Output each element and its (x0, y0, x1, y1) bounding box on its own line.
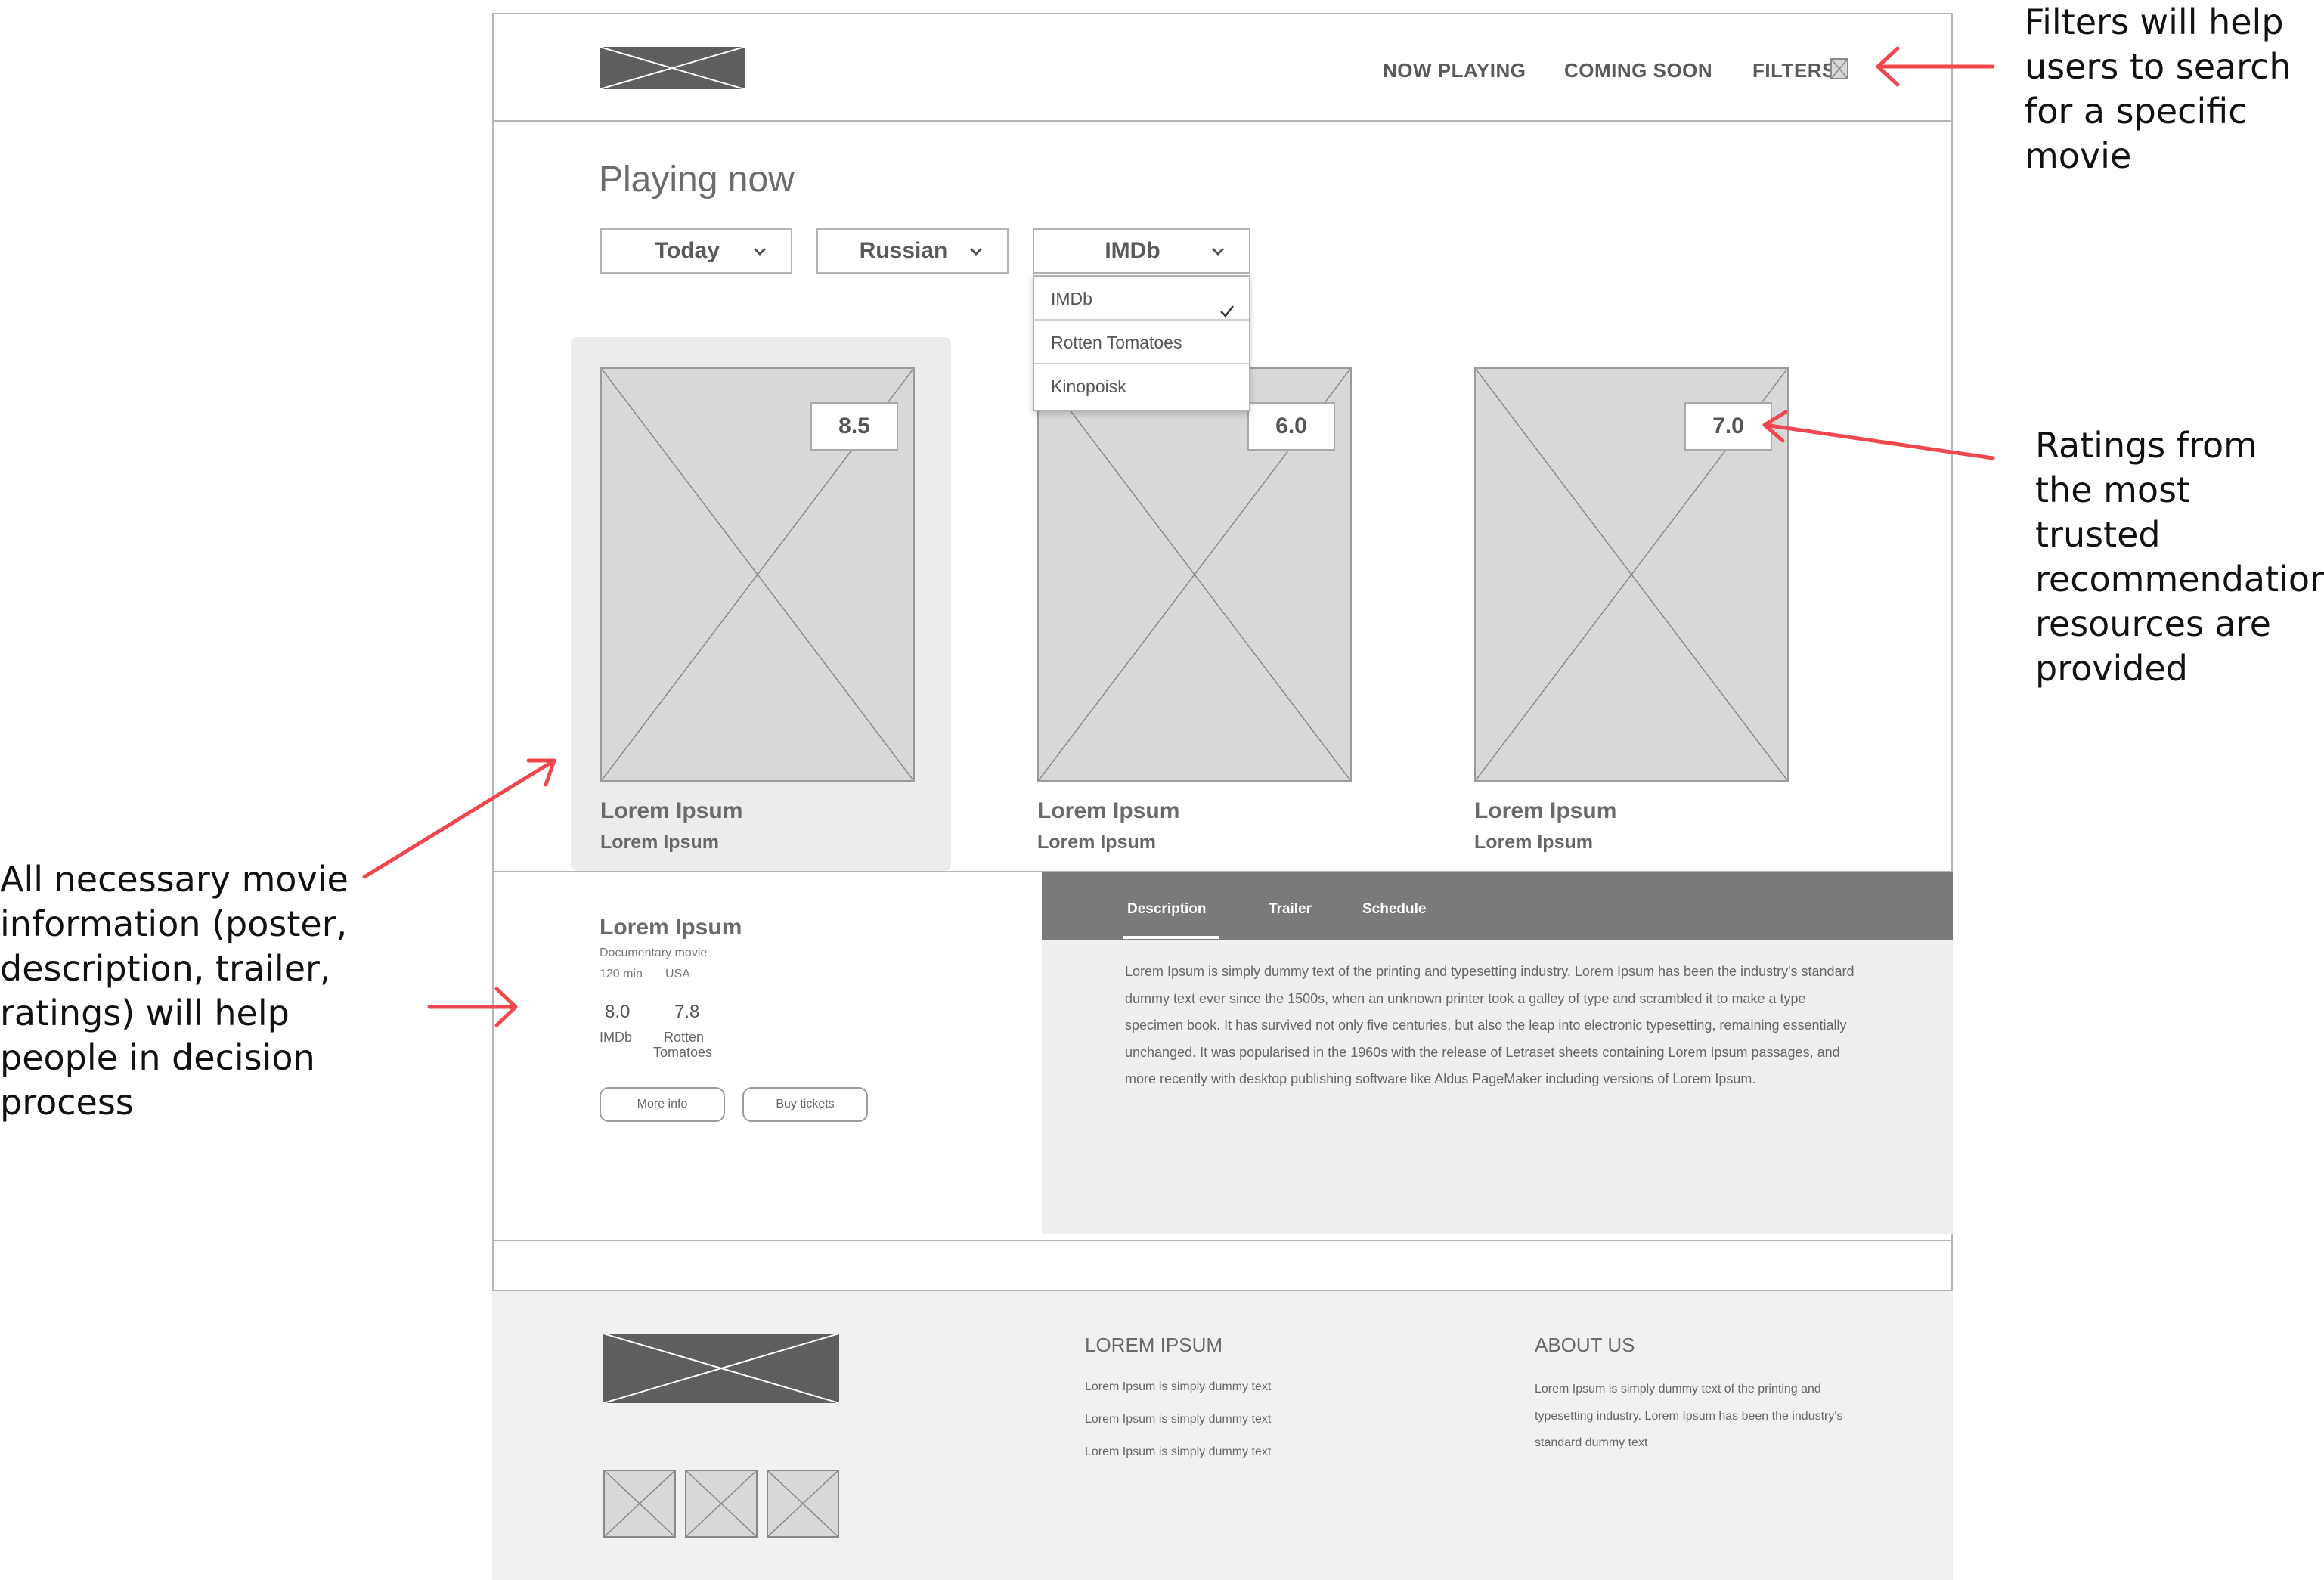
menu-item-label: IMDb (1051, 289, 1092, 308)
rating-source-menu: IMDb Rotten Tomatoes Kinopoisk (1033, 275, 1250, 411)
menu-item-rotten-tomatoes[interactable]: Rotten Tomatoes (1034, 321, 1249, 364)
menu-item-label: Kinopoisk (1051, 376, 1126, 396)
menu-item-imdb[interactable]: IMDb (1034, 277, 1249, 321)
menu-item-kinopoisk[interactable]: Kinopoisk (1034, 364, 1249, 408)
menu-item-label: Rotten Tomatoes (1051, 333, 1182, 352)
check-icon (1219, 291, 1235, 318)
annotation-arrow (362, 46, 1995, 1027)
